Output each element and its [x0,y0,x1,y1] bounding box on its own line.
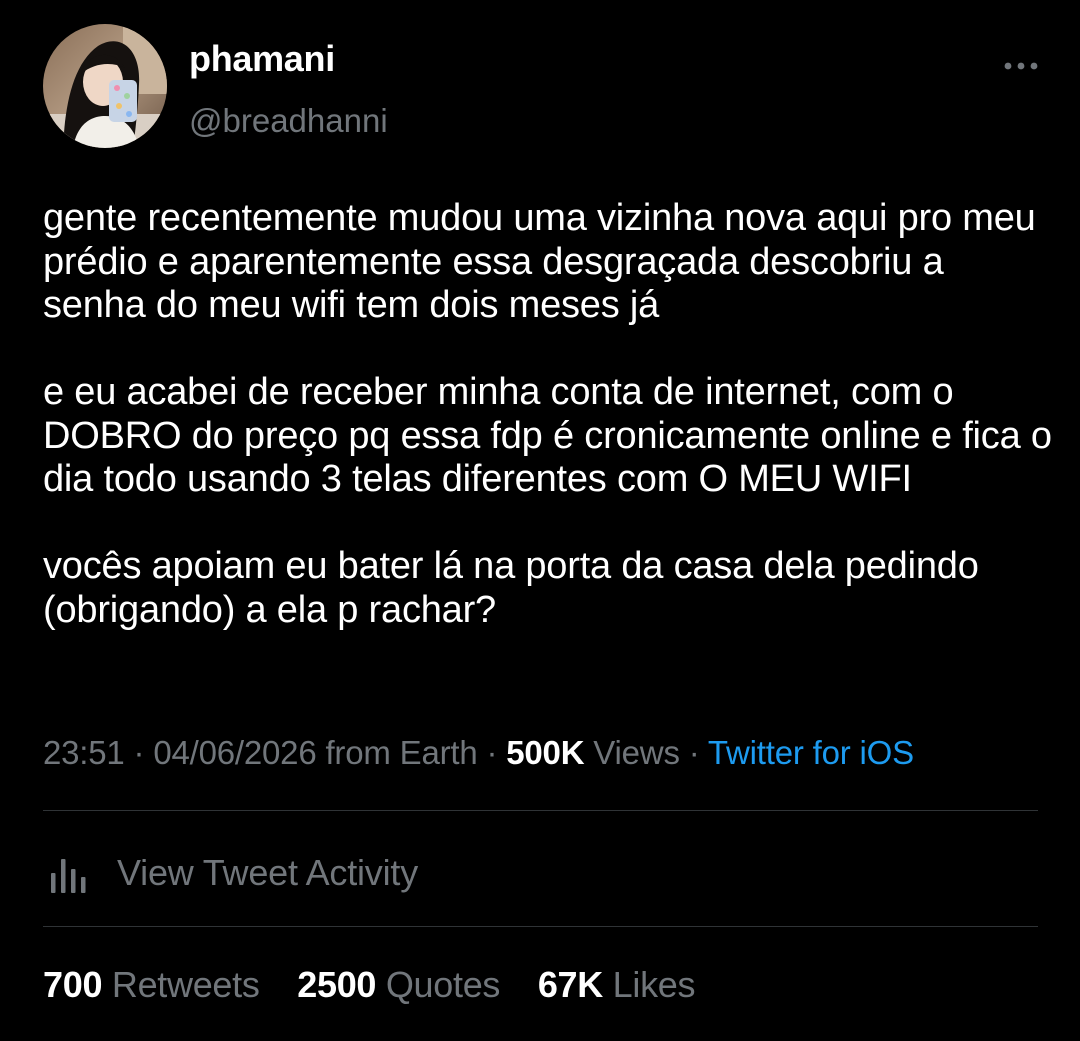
source-link[interactable]: Twitter for iOS [708,734,914,771]
separator: · [124,734,154,771]
view-tweet-activity-button[interactable]: View Tweet Activity [43,843,418,903]
tweet-detail: phamani @breadhanni gente recentemente m… [0,0,1080,1041]
quotes-label: Quotes [376,964,501,1005]
view-tweet-activity-label: View Tweet Activity [117,852,419,893]
username-handle[interactable]: @breadhanni [189,102,388,140]
bar-chart-icon [51,859,86,893]
tweet-paragraph: e eu acabei de receber minha conta de in… [43,371,1052,500]
engagement-stats: 700 Retweets 2500 Quotes 67K Likes [43,964,723,1006]
tweet-text: gente recentemente mudou uma vizinha nov… [43,197,1053,632]
likes-label: Likes [602,964,696,1005]
tweet-location: from Earth [316,734,478,771]
avatar[interactable] [43,24,167,148]
quotes-count: 2500 [297,964,377,1005]
tweet-metadata: 23:51 · 04/06/2026 from Earth · 500K Vie… [43,734,914,772]
tweet-date[interactable]: 04/06/2026 [153,734,316,771]
more-horizontal-icon [1004,62,1038,70]
quotes-stat[interactable]: 2500 Quotes [297,964,500,1005]
likes-stat[interactable]: 67K Likes [537,964,696,1005]
tweet-paragraph: vocês apoiam eu bater lá na porta da cas… [43,545,979,631]
separator: · [477,734,507,771]
retweets-stat[interactable]: 700 Retweets [43,964,260,1005]
profile-photo [43,24,167,148]
retweets-label: Retweets [102,964,260,1005]
retweets-count: 700 [43,964,103,1005]
display-name[interactable]: phamani [189,38,335,80]
likes-count: 67K [537,964,603,1005]
tweet-time[interactable]: 23:51 [43,734,125,771]
divider [43,810,1038,811]
divider [43,926,1038,927]
views-count: 500K [506,734,585,771]
tweet-paragraph: gente recentemente mudou uma vizinha nov… [43,197,1036,326]
more-options-button[interactable] [994,48,1048,82]
views-label: Views [584,734,680,771]
separator: · [679,734,708,771]
